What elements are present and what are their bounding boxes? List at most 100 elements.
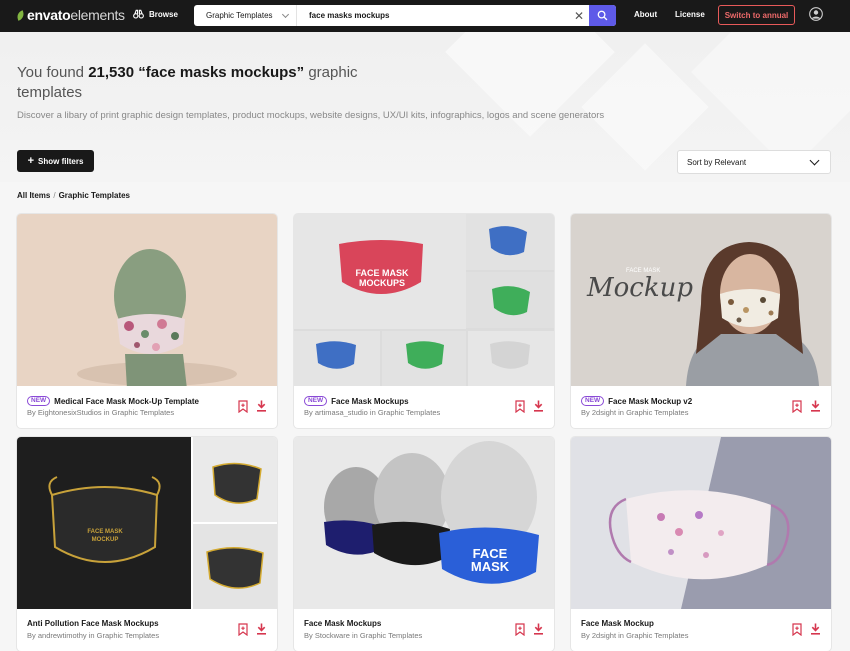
show-filters-button[interactable]: + Show filters bbox=[17, 150, 94, 172]
breadcrumb-all-items[interactable]: All Items bbox=[17, 191, 50, 200]
category-select[interactable]: Graphic Templates bbox=[194, 5, 297, 26]
chevron-down-icon bbox=[809, 155, 820, 166]
by-label: By bbox=[304, 408, 313, 417]
new-badge: NEW bbox=[581, 396, 605, 406]
envato-elements-logo[interactable]: envato elements bbox=[15, 7, 125, 23]
nav-about-link[interactable]: About bbox=[634, 10, 657, 19]
thumb-text: Mockup bbox=[586, 273, 693, 303]
item-author[interactable]: andrewtimothy bbox=[38, 631, 87, 640]
item-author-line: By 2dsight in Graphic Templates bbox=[581, 631, 688, 640]
search-input[interactable] bbox=[297, 5, 569, 26]
by-label: By bbox=[27, 631, 36, 640]
bookmark-icon[interactable] bbox=[515, 400, 525, 413]
item-card[interactable]: NEW Medical Face Mask Mock-Up Template B… bbox=[17, 214, 277, 428]
new-badge: NEW bbox=[27, 396, 51, 406]
search-bar: Graphic Templates ✕ bbox=[194, 5, 616, 26]
download-icon[interactable] bbox=[533, 623, 544, 635]
search-icon bbox=[597, 10, 608, 21]
item-category[interactable]: Graphic Templates bbox=[626, 631, 688, 640]
by-label: By bbox=[27, 408, 36, 417]
item-title[interactable]: Face Mask Mockups bbox=[331, 397, 408, 406]
chevron-down-icon bbox=[281, 10, 289, 18]
download-icon[interactable] bbox=[256, 623, 267, 635]
item-thumbnail[interactable] bbox=[17, 214, 277, 386]
item-card[interactable]: Face Mask Mockup By 2dsight in Graphic T… bbox=[571, 437, 831, 651]
item-author-line: By artimasa_studio in Graphic Templates bbox=[304, 408, 440, 417]
item-thumbnail[interactable]: FACE MASK bbox=[294, 437, 554, 609]
user-avatar-icon[interactable] bbox=[809, 7, 823, 21]
browse-button[interactable]: Browse bbox=[133, 9, 178, 19]
nav-license-link[interactable]: License bbox=[675, 10, 705, 19]
download-icon[interactable] bbox=[810, 623, 821, 635]
title-prefix: You found bbox=[17, 64, 89, 81]
item-category[interactable]: Graphic Templates bbox=[112, 408, 174, 417]
bookmark-icon[interactable] bbox=[238, 623, 248, 636]
item-category[interactable]: Graphic Templates bbox=[626, 408, 688, 417]
in-label: in bbox=[351, 631, 358, 640]
top-navigation-bar: envato elements Browse Graphic Templates … bbox=[0, 0, 850, 32]
clear-search-icon[interactable]: ✕ bbox=[569, 5, 589, 26]
item-card-footer: Face Mask Mockup By 2dsight in Graphic T… bbox=[571, 609, 831, 651]
page-subtitle: Discover a libary of print graphic desig… bbox=[17, 110, 605, 121]
thumb-text: FACE MASK bbox=[355, 268, 409, 278]
item-category[interactable]: Graphic Templates bbox=[360, 631, 422, 640]
new-badge: NEW bbox=[304, 396, 328, 406]
plus-icon: + bbox=[27, 155, 35, 167]
item-card-footer: Anti Pollution Face Mask Mockups By andr… bbox=[17, 609, 277, 651]
breadcrumb: All Items / Graphic Templates bbox=[17, 191, 130, 200]
thumb-text: FACE MASK bbox=[626, 268, 660, 274]
item-title[interactable]: Face Mask Mockup v2 bbox=[608, 397, 692, 406]
switch-to-annual-button[interactable]: Switch to annual bbox=[718, 5, 795, 25]
thumb-text: MOCKUPS bbox=[359, 278, 405, 288]
item-card[interactable]: FACE MASK MOCKUP Anti Pollution Face Mas… bbox=[17, 437, 277, 651]
sort-select-label: Sort by Relevant bbox=[687, 157, 747, 167]
bookmark-icon[interactable] bbox=[792, 623, 802, 636]
in-label: in bbox=[618, 408, 624, 417]
item-author[interactable]: 2dsight bbox=[592, 408, 616, 417]
item-title-row[interactable]: NEW Face Mask Mockup v2 bbox=[581, 396, 692, 406]
item-title-row[interactable]: Face Mask Mockup bbox=[581, 619, 654, 628]
in-label: in bbox=[103, 408, 110, 417]
sort-select[interactable]: Sort by Relevant bbox=[677, 150, 831, 174]
download-icon[interactable] bbox=[810, 400, 821, 412]
item-thumbnail[interactable]: FACE MASK MOCKUPS bbox=[294, 214, 554, 386]
item-title-row[interactable]: NEW Face Mask Mockups bbox=[304, 396, 409, 406]
item-title[interactable]: Anti Pollution Face Mask Mockups bbox=[27, 619, 159, 628]
item-card-footer: NEW Face Mask Mockup v2 By 2dsight in Gr… bbox=[571, 386, 831, 428]
item-author[interactable]: Stockware bbox=[315, 631, 350, 640]
download-icon[interactable] bbox=[533, 400, 544, 412]
result-count: 21,530 “face masks mockups” bbox=[88, 64, 305, 81]
item-author[interactable]: 2dsight bbox=[592, 631, 616, 640]
item-title[interactable]: Medical Face Mask Mock-Up Template bbox=[54, 397, 199, 406]
bookmark-icon[interactable] bbox=[238, 400, 248, 413]
item-card[interactable]: Mockup FACE MASK NEW Face Mask Mockup v2… bbox=[571, 214, 831, 428]
breadcrumb-separator: / bbox=[53, 191, 56, 200]
item-author-line: By andrewtimothy in Graphic Templates bbox=[27, 631, 159, 640]
bookmark-icon[interactable] bbox=[792, 400, 802, 413]
item-category[interactable]: Graphic Templates bbox=[97, 631, 159, 640]
breadcrumb-current[interactable]: Graphic Templates bbox=[59, 191, 130, 200]
item-card-footer: Face Mask Mockups By Stockware in Graphi… bbox=[294, 609, 554, 651]
binoculars-icon bbox=[133, 9, 144, 19]
search-button[interactable] bbox=[589, 5, 616, 26]
item-thumbnail[interactable] bbox=[571, 437, 831, 609]
item-title-row[interactable]: Anti Pollution Face Mask Mockups bbox=[27, 619, 159, 628]
page-title: You found 21,530 “face masks mockups” gr… bbox=[17, 63, 387, 103]
item-category[interactable]: Graphic Templates bbox=[378, 408, 440, 417]
leaf-icon bbox=[15, 9, 26, 21]
item-title-row[interactable]: NEW Medical Face Mask Mock-Up Template bbox=[27, 396, 199, 406]
bookmark-icon[interactable] bbox=[515, 623, 525, 636]
item-title[interactable]: Face Mask Mockup bbox=[581, 619, 654, 628]
item-title-row[interactable]: Face Mask Mockups bbox=[304, 619, 381, 628]
thumb-text: FACE MASK bbox=[87, 529, 123, 535]
download-icon[interactable] bbox=[256, 400, 267, 412]
item-thumbnail[interactable]: Mockup FACE MASK bbox=[571, 214, 831, 386]
item-card[interactable]: FACE MASK Face Mask Mockups By Stockware… bbox=[294, 437, 554, 651]
item-author-line: By Stockware in Graphic Templates bbox=[304, 631, 422, 640]
item-author[interactable]: artimasa_studio bbox=[315, 408, 368, 417]
item-card[interactable]: FACE MASK MOCKUPS NEW Face Mask Mockups … bbox=[294, 214, 554, 428]
item-title[interactable]: Face Mask Mockups bbox=[304, 619, 381, 628]
logo-product: elements bbox=[70, 7, 125, 23]
item-thumbnail[interactable]: FACE MASK MOCKUP bbox=[17, 437, 277, 609]
item-author[interactable]: EightonesixStudios bbox=[38, 408, 102, 417]
